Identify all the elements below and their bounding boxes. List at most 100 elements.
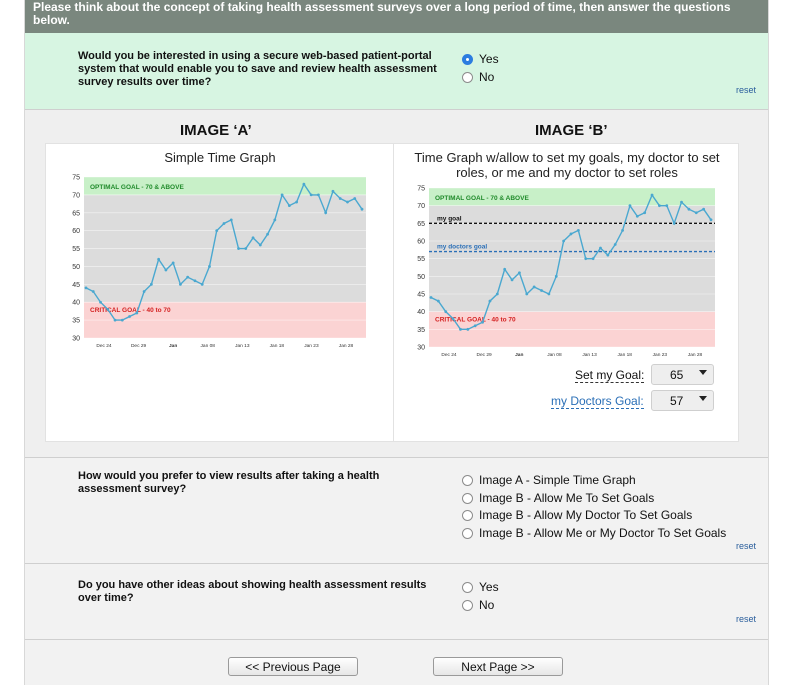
data-point xyxy=(621,229,624,232)
option-label: Image B - Allow Me or My Doctor To Set G… xyxy=(479,526,727,540)
radio-icon[interactable] xyxy=(462,474,473,486)
radio-icon[interactable] xyxy=(462,581,473,593)
image-comparison-section: IMAGE ‘A’ IMAGE ‘B’ Simple Time Graph OP… xyxy=(25,110,768,458)
radio-icon[interactable] xyxy=(462,527,473,539)
data-point xyxy=(510,278,514,282)
data-point xyxy=(694,211,698,215)
y-tick-label: 60 xyxy=(72,228,80,235)
q2-option-1[interactable]: Image A - Simple Time Graph xyxy=(462,473,636,487)
data-point xyxy=(258,243,262,247)
data-point xyxy=(547,292,551,296)
data-point xyxy=(244,247,248,250)
data-point xyxy=(171,261,175,265)
data-point xyxy=(266,232,269,236)
data-point xyxy=(643,211,647,215)
y-tick-label: 40 xyxy=(417,309,425,316)
data-point xyxy=(473,324,477,328)
chevron-down-icon xyxy=(699,396,707,401)
question-portal-interest: Would you be interested in using a secur… xyxy=(25,33,768,110)
y-tick-label: 30 xyxy=(72,336,80,343)
x-tick-label: Jan 08 xyxy=(201,343,216,349)
data-point xyxy=(324,211,328,215)
data-point xyxy=(709,218,713,222)
data-point xyxy=(331,189,335,193)
radio-icon[interactable] xyxy=(462,71,473,83)
y-tick-label: 50 xyxy=(72,264,80,271)
data-point xyxy=(680,200,683,204)
band-label: CRITICAL GOAL - 40 to 70 xyxy=(90,307,171,314)
chart-b: OPTIMAL GOAL - 70 & ABOVE CRITICAL GOAL -… xyxy=(417,186,715,358)
doctors-goal-label: my Doctors Goal: xyxy=(551,394,644,409)
data-point xyxy=(208,265,211,268)
q3-reset-link[interactable]: reset xyxy=(736,614,756,624)
data-point xyxy=(113,318,117,322)
y-tick-label: 75 xyxy=(417,186,425,193)
data-point xyxy=(554,274,558,278)
data-point xyxy=(200,282,204,286)
data-point xyxy=(353,197,357,200)
data-point xyxy=(495,292,499,296)
y-tick-label: 50 xyxy=(417,274,425,281)
y-tick-label: 60 xyxy=(417,239,425,246)
q3-option-yes[interactable]: Yes xyxy=(462,580,499,594)
data-point xyxy=(532,285,536,289)
radio-icon[interactable] xyxy=(462,492,473,504)
option-label: Image B - Allow My Doctor To Set Goals xyxy=(479,508,693,522)
data-point xyxy=(149,282,153,286)
data-point xyxy=(525,292,529,296)
x-tick-label: Dec 29 xyxy=(477,352,493,358)
data-point xyxy=(186,275,190,279)
q1-option-yes[interactable]: Yes xyxy=(462,52,499,66)
set-my-goal-label: Set my Goal: xyxy=(575,368,645,383)
data-point xyxy=(222,222,226,225)
data-point xyxy=(229,218,233,222)
previous-page-button[interactable]: << Previous Page xyxy=(228,657,358,676)
select-value: 65 xyxy=(670,367,684,382)
image-a-panel: Simple Time Graph OPTIMAL GOAL - 70 & AB… xyxy=(45,143,395,442)
doctors-goal-select[interactable]: 57 xyxy=(651,390,714,411)
next-page-button[interactable]: Next Page >> xyxy=(433,657,563,676)
image-b-title: IMAGE ‘B’ xyxy=(535,122,608,139)
data-point xyxy=(179,282,182,286)
data-point xyxy=(466,327,470,331)
data-point xyxy=(459,327,462,331)
x-tick-label: Jan 13 xyxy=(235,343,250,349)
q1-reset-link[interactable]: reset xyxy=(736,85,756,95)
x-tick-label: Jan xyxy=(515,352,523,358)
q2-reset-link[interactable]: reset xyxy=(736,541,756,551)
q1-option-no[interactable]: No xyxy=(462,70,494,84)
data-point xyxy=(451,317,455,321)
q2-option-2[interactable]: Image B - Allow Me To Set Goals xyxy=(462,491,654,505)
data-point xyxy=(606,253,610,257)
band-label: OPTIMAL GOAL - 70 & ABOVE xyxy=(435,195,529,202)
data-point xyxy=(702,207,706,211)
x-tick-label: Jan 18 xyxy=(618,352,633,358)
data-point xyxy=(309,193,313,197)
radio-icon[interactable] xyxy=(462,509,473,521)
x-tick-label: Dec 24 xyxy=(441,352,457,358)
data-point xyxy=(338,197,342,200)
data-point xyxy=(106,307,110,311)
q3-option-no[interactable]: No xyxy=(462,598,494,612)
y-tick-label: 45 xyxy=(417,292,425,299)
data-point xyxy=(584,257,588,261)
goal-line-label: my goal xyxy=(437,215,462,222)
q2-option-3[interactable]: Image B - Allow My Doctor To Set Goals xyxy=(462,508,692,522)
data-point xyxy=(665,204,669,208)
radio-icon[interactable] xyxy=(462,599,473,611)
image-b-caption: Time Graph w/allow to set my goals, my d… xyxy=(414,150,720,180)
q2-option-4[interactable]: Image B - Allow Me or My Doctor To Set G… xyxy=(462,526,726,540)
my-goal-select[interactable]: 65 xyxy=(651,364,714,385)
x-tick-label: Jan xyxy=(169,343,177,349)
x-tick-label: Jan 18 xyxy=(270,343,285,349)
data-point xyxy=(280,193,284,197)
data-point xyxy=(540,289,543,292)
option-label: No xyxy=(479,70,495,84)
y-tick-label: 70 xyxy=(417,203,425,210)
data-point xyxy=(518,271,521,275)
data-point xyxy=(215,229,219,233)
data-point xyxy=(481,320,484,324)
data-point xyxy=(569,232,573,236)
radio-selected-icon[interactable] xyxy=(462,53,473,65)
image-b-panel: Time Graph w/allow to set my goals, my d… xyxy=(393,143,739,442)
